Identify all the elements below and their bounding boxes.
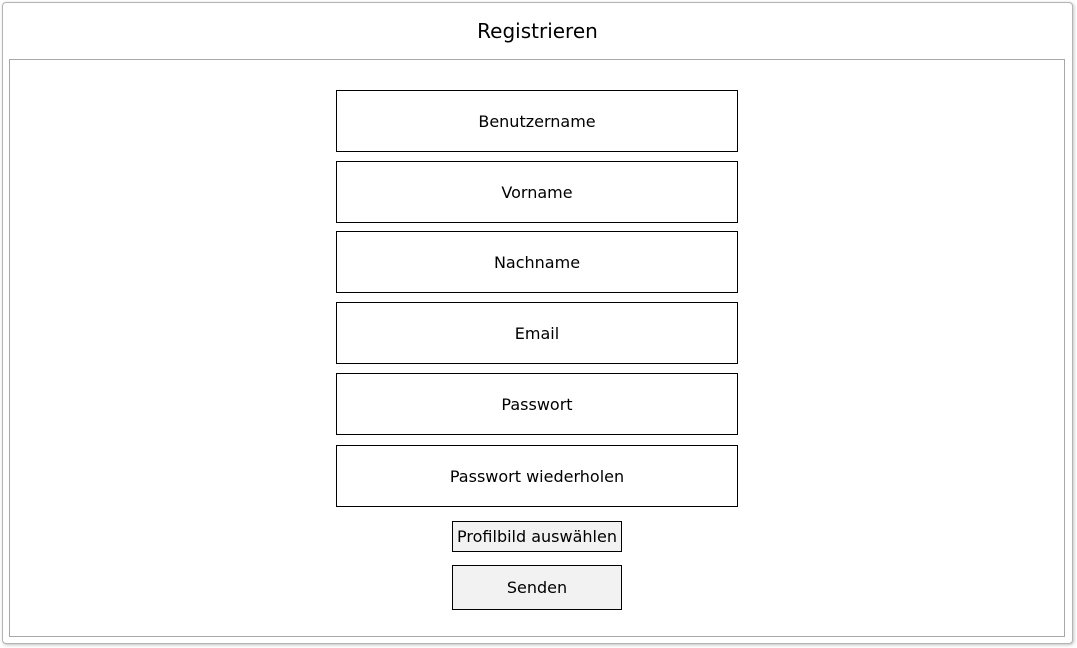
email-field-label: Email xyxy=(514,323,560,343)
password-repeat-field-label: Passwort wiederholen xyxy=(449,466,625,486)
registration-form: Benutzername Vorname Nachname Email Pass… xyxy=(9,59,1065,637)
registration-window: Registrieren Benutzername Vorname Nachna… xyxy=(2,2,1073,644)
first-name-field-label: Vorname xyxy=(501,182,573,202)
username-field[interactable]: Benutzername xyxy=(336,90,738,152)
last-name-field-label: Nachname xyxy=(493,252,581,272)
last-name-field[interactable]: Nachname xyxy=(336,231,738,293)
password-field-label: Passwort xyxy=(501,394,573,414)
username-field-label: Benutzername xyxy=(478,111,596,131)
select-profile-picture-button[interactable]: Profilbild auswählen xyxy=(452,521,622,552)
first-name-field[interactable]: Vorname xyxy=(336,161,738,223)
email-field[interactable]: Email xyxy=(336,302,738,364)
password-repeat-field[interactable]: Passwort wiederholen xyxy=(336,445,738,507)
password-field[interactable]: Passwort xyxy=(336,373,738,435)
page-title: Registrieren xyxy=(477,19,598,43)
submit-button[interactable]: Senden xyxy=(452,565,622,610)
